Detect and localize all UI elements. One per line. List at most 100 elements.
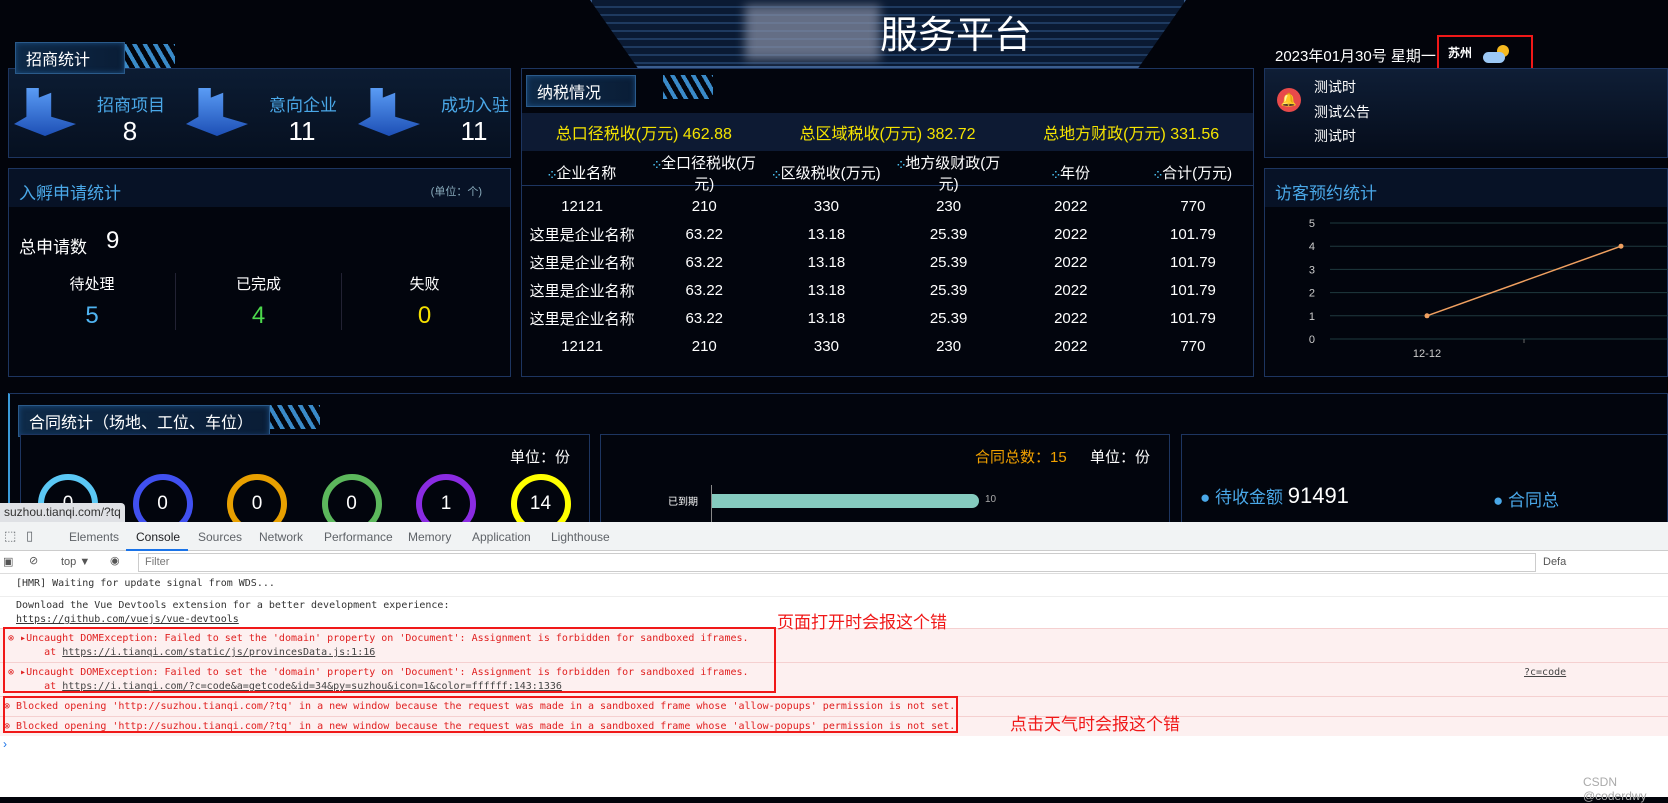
status-label: 待处理 (69, 276, 115, 293)
devtools-tabbar: ⬚ ▯ Elements Console Sources Network Perform… (0, 522, 1668, 551)
y-tick-label: 5 (1309, 218, 1315, 230)
devtools-tab-sources[interactable]: Sources (198, 530, 242, 544)
devtools-tab-performance[interactable]: Performance (324, 530, 393, 544)
table-cell: 25.39 (929, 281, 968, 299)
table-cell: 230 (936, 337, 962, 355)
table-cell: 25.39 (929, 309, 968, 327)
highlight-box-click-errors (3, 696, 958, 733)
y-tick-label: 2 (1309, 288, 1315, 300)
total-value: 9 (106, 227, 120, 254)
console-prompt[interactable]: › (3, 737, 7, 751)
table-header: ⁘企业名称 ⁘全口径税收(万元) ⁘区级税收(万元) ⁘地方级财政(万元) ⁘年份 ⁘合计… (521, 155, 1254, 193)
log-levels-select[interactable]: Defa (1543, 556, 1566, 568)
highlight-box-open-errors (3, 627, 776, 693)
table-cell: 210 (691, 197, 717, 215)
bar-expired[interactable] (712, 494, 979, 508)
clear-console-icon[interactable]: ⊘ (29, 554, 38, 567)
x-tick-label: 12-12 (1413, 348, 1441, 360)
devtools-tab-lighthouse[interactable]: Lighthouse (551, 530, 610, 544)
table-cell: 770 (1180, 197, 1206, 215)
annotation-click: 点击天气时会报这个错 (1010, 715, 1180, 734)
unit-label: (单位：个) (430, 186, 482, 198)
receivable-label: 待收金额 (1215, 488, 1283, 507)
tax-title: 纳税情况 (526, 75, 636, 107)
contract-total: 合同总数：15 (975, 449, 1067, 466)
table-row[interactable]: 这里是企业名称 63.22 13.18 25.39 2022 101.79 (521, 304, 1254, 332)
table-cell: 12121 (561, 197, 603, 215)
ring-value: 0 (251, 493, 263, 514)
table-cell: 25.39 (929, 253, 968, 271)
status-value: 0 (417, 302, 432, 329)
bar-value: 10 (985, 494, 997, 505)
y-tick-label: 1 (1309, 311, 1315, 323)
title-decoration (663, 75, 713, 99)
table-cell: 101.79 (1170, 225, 1216, 243)
y-tick-label: 0 (1309, 334, 1315, 346)
table-cell: 13.18 (807, 281, 846, 299)
watermark: CSDN @coderdwy (1583, 775, 1647, 803)
table-cell: 2022 (1054, 309, 1088, 327)
table-cell: 210 (691, 337, 717, 355)
notice-item[interactable]: 测试时 (1314, 77, 1356, 97)
devtools-tab-memory[interactable]: Memory (408, 530, 451, 544)
source-link[interactable]: ?c=code (1524, 666, 1566, 680)
total-label: 总申请数 (19, 238, 87, 257)
status-value: 4 (251, 302, 266, 329)
table-cell: 这里是企业名称 (529, 310, 635, 328)
device-toggle-icon[interactable]: ▯ (26, 528, 33, 544)
table-cell: 2022 (1054, 337, 1088, 355)
stat-value: 8 (122, 116, 138, 146)
table-cell: 12121 (561, 337, 603, 355)
ring-value: 14 (529, 493, 552, 514)
table-row[interactable]: 这里是企业名称 63.22 13.18 25.39 2022 101.79 (521, 276, 1254, 304)
table-cell: 2022 (1054, 197, 1088, 215)
stat-label: 招商项目 (97, 96, 165, 115)
column-header[interactable]: ⁘地方级财政(万元) (888, 152, 1010, 194)
table-row[interactable]: 这里是企业名称 63.22 13.18 25.39 2022 101.79 (521, 248, 1254, 276)
devtools-tab-console[interactable]: Console (136, 530, 180, 544)
notice-panel: 🔔 测试时 测试公告 测试时 (1264, 68, 1668, 158)
table-row[interactable]: 12121 210 330 230 2022 770 (521, 332, 1254, 360)
notice-item[interactable]: 测试公告 (1314, 102, 1370, 122)
column-header[interactable]: ⁘区级税收(万元) (765, 162, 887, 183)
table-cell: 2022 (1054, 253, 1088, 271)
table-row[interactable]: 这里是企业名称 63.22 13.18 25.39 2022 101.79 (521, 220, 1254, 248)
title-decoration (125, 44, 175, 68)
incubation-title: 入孵申请统计 (19, 184, 121, 203)
summary-label: 总口径税收(万元) (555, 126, 679, 143)
inspect-icon[interactable]: ⬚ (4, 528, 16, 544)
series-line (1426, 245, 1622, 317)
table-cell: 这里是企业名称 (529, 254, 635, 272)
sidebar-toggle-icon[interactable]: ▣ (3, 555, 13, 568)
table-cell: 25.39 (929, 225, 968, 243)
table-cell: 13.18 (807, 225, 846, 243)
column-header[interactable]: ⁘年份 (1010, 162, 1132, 183)
ring-value: 0 (157, 493, 168, 514)
message-link[interactable]: https://github.com/vuejs/vue-devtools (16, 614, 239, 625)
console-toolbar: ▣ ⊘ top ▼ ◉ Filter Defa (0, 551, 1668, 574)
table-cell: 330 (813, 197, 839, 215)
date-display: 2023年01月30号 星期一 (1275, 48, 1436, 65)
notice-item[interactable]: 测试时 (1314, 126, 1356, 146)
title-decoration (270, 405, 320, 429)
ring-value: 1 (440, 493, 452, 514)
table-row[interactable]: 12121 210 330 230 2022 770 (521, 192, 1254, 220)
devtools-tab-elements[interactable]: Elements (69, 530, 119, 544)
stat-label: 意向企业 (269, 96, 337, 115)
column-header[interactable]: ⁘全口径税收(万元) (643, 152, 765, 194)
devtools-tab-application[interactable]: Application (472, 530, 531, 544)
tax-table: ⁘企业名称 ⁘全口径税收(万元) ⁘区级税收(万元) ⁘地方级财政(万元) ⁘年份 ⁘合计… (521, 155, 1254, 360)
stat-value: 11 (460, 116, 488, 146)
status-column: 已完成 4 (175, 273, 341, 330)
filter-input[interactable]: Filter (138, 553, 1536, 572)
devtools-tab-network[interactable]: Network (259, 530, 303, 544)
incubation-panel: 入孵申请统计 (单位：个) 总申请数 9 待处理 5 已完成 4 失败 0 (8, 168, 511, 377)
eye-icon[interactable]: ◉ (110, 554, 120, 567)
context-select[interactable]: top ▼ (61, 556, 90, 568)
column-header[interactable]: ⁘合计(万元) (1132, 162, 1254, 183)
visitor-line-chart: 0 1 2 3 4 5 12-12 (1309, 218, 1668, 360)
column-header[interactable]: ⁘企业名称 (521, 162, 643, 183)
tax-summary-item: 总地方财政(万元) 331.56 (1043, 120, 1219, 144)
data-point (1618, 243, 1624, 249)
table-cell: 2022 (1054, 225, 1088, 243)
